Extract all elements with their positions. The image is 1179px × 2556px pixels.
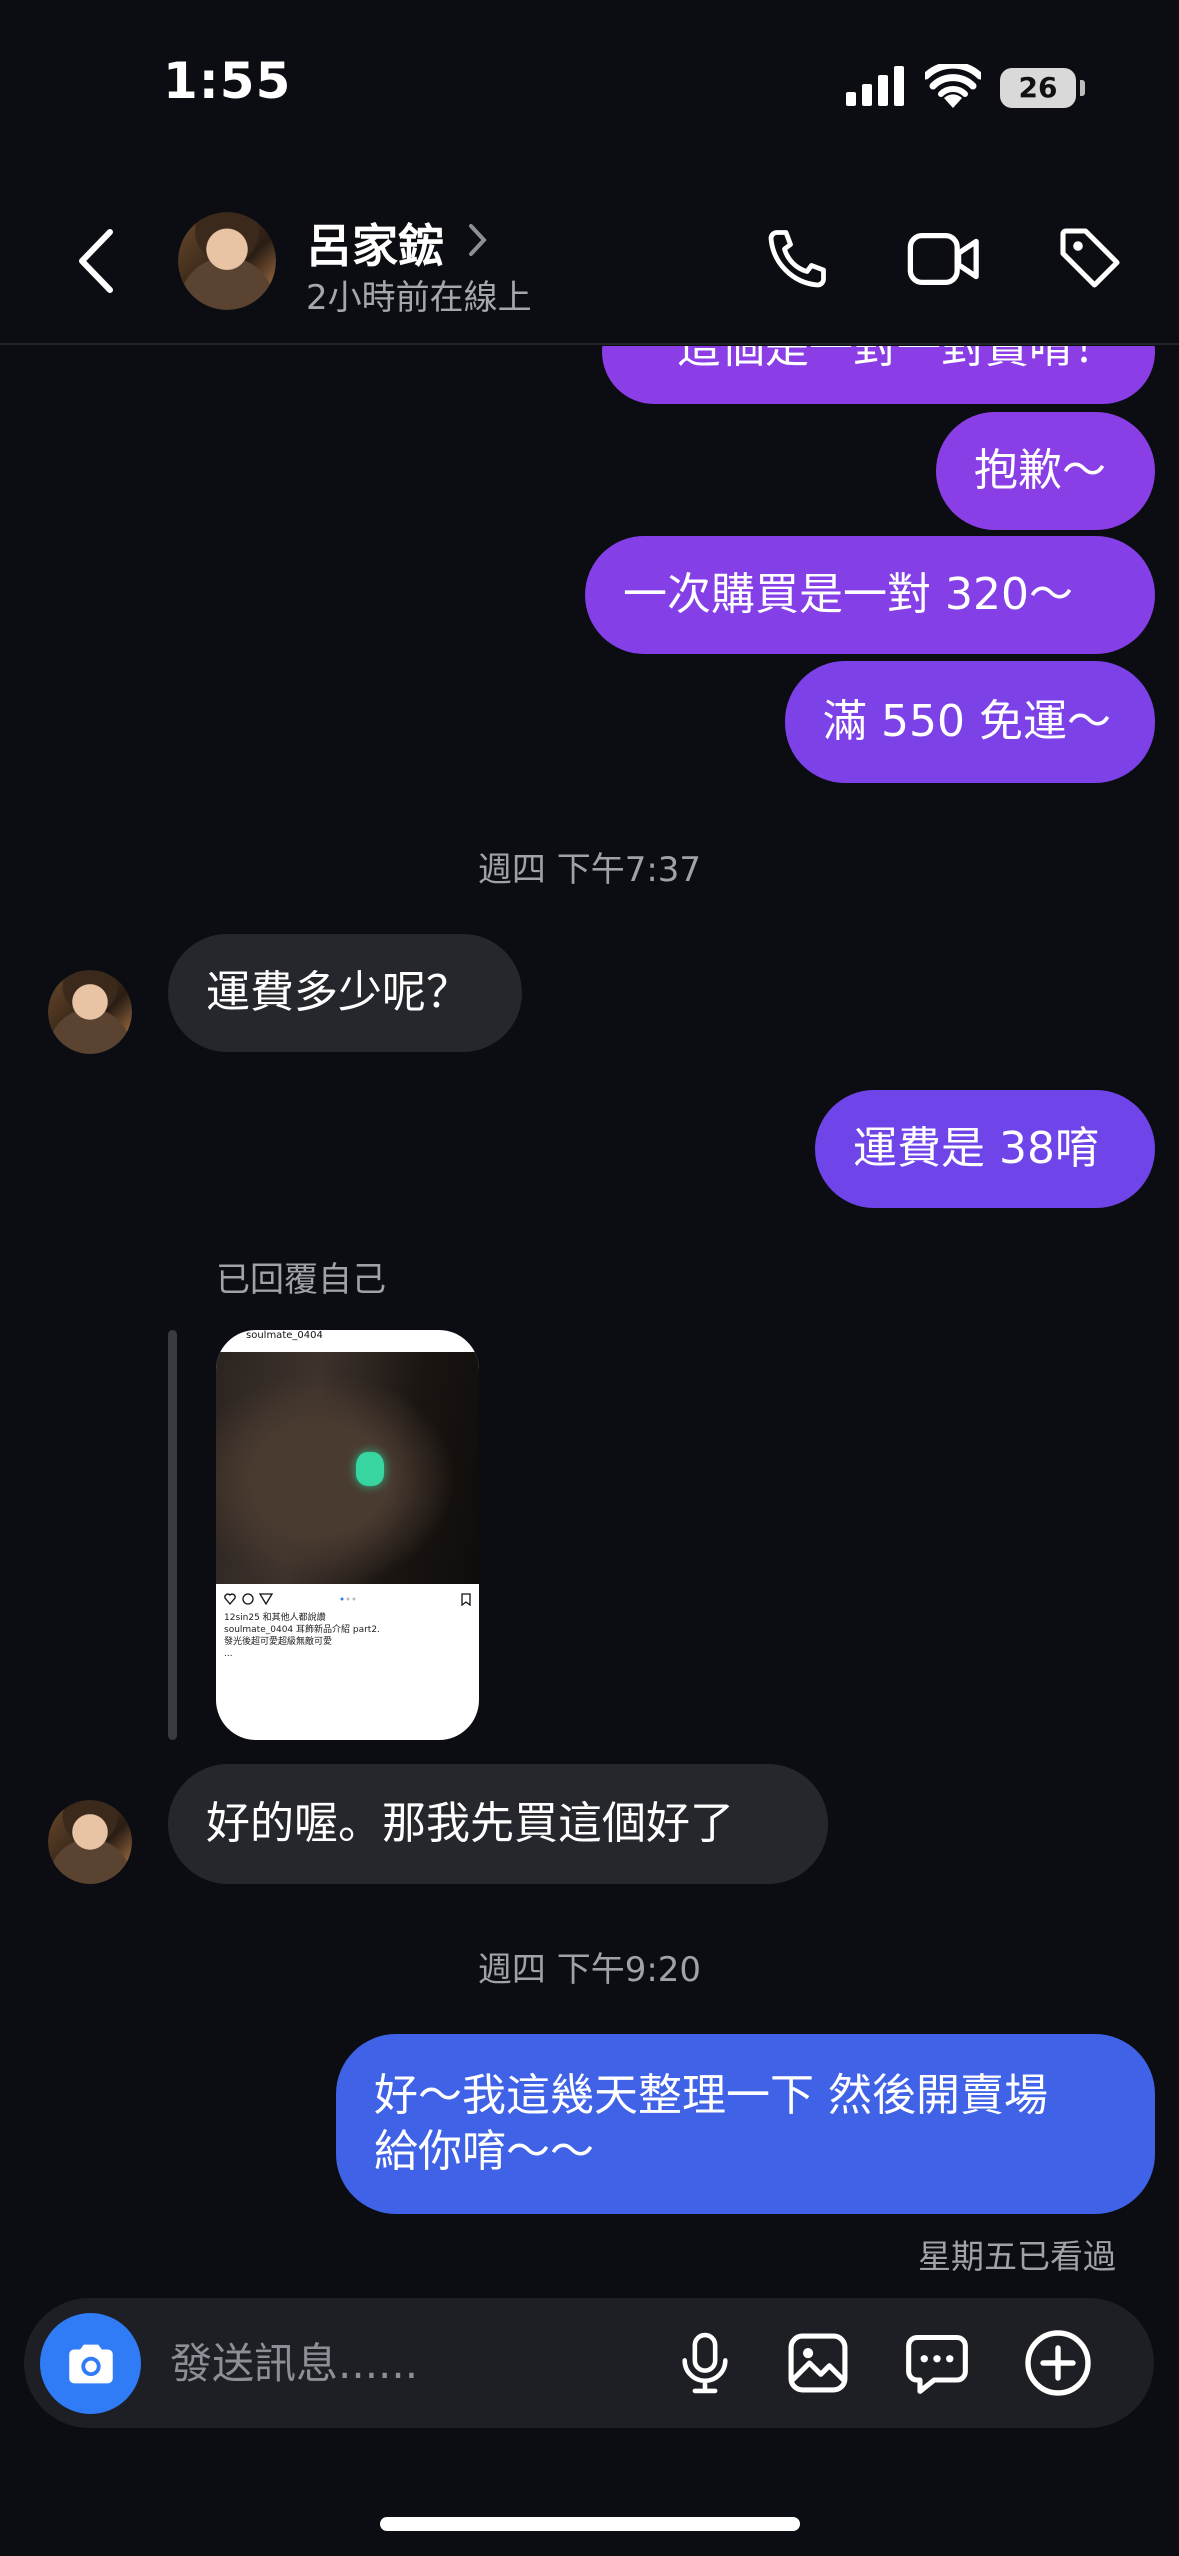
camera-icon bbox=[68, 2344, 113, 2383]
back-chevron-icon[interactable] bbox=[70, 226, 120, 296]
message-text: 這個是一對一對賣唷！ bbox=[677, 322, 1117, 373]
outgoing-message[interactable]: 好～我這幾天整理一下 然後開賣場 給你唷～～ bbox=[336, 2034, 1155, 2214]
message-text-line: 好～我這幾天整理一下 然後開賣場 bbox=[374, 2070, 1048, 2121]
message-text: 運費是 38唷 bbox=[853, 1123, 1099, 1174]
contact-status: 2小時前在線上 bbox=[306, 278, 532, 318]
seen-status: 星期五已看過 bbox=[918, 2237, 1116, 2276]
more-options-button[interactable] bbox=[1020, 2325, 1096, 2401]
reply-indicator-bar bbox=[168, 1330, 177, 1740]
microphone-icon bbox=[682, 2332, 728, 2394]
message-text: 抱歉～ bbox=[974, 445, 1106, 496]
battery-indicator: 26 bbox=[1000, 68, 1076, 108]
earring-image bbox=[356, 1452, 384, 1486]
gallery-button[interactable] bbox=[780, 2325, 856, 2401]
gallery-icon bbox=[788, 2333, 848, 2393]
incoming-message[interactable]: 運費多少呢？ bbox=[168, 934, 522, 1052]
camera-button[interactable] bbox=[40, 2313, 141, 2414]
message-text: 運費多少呢？ bbox=[206, 967, 470, 1018]
message-text-line: 給你唷～～ bbox=[374, 2126, 594, 2177]
message-text: 滿 550 免運～ bbox=[823, 696, 1111, 747]
incoming-message[interactable]: 好的喔。那我先買這個好了 bbox=[168, 1764, 828, 1884]
header-divider bbox=[0, 343, 1179, 345]
tag-icon[interactable] bbox=[1054, 222, 1126, 294]
shared-post-card[interactable]: soulmate_0404 12sin25 和其他人都說讚 soulmate_0… bbox=[216, 1330, 479, 1740]
cellular-signal-icon bbox=[846, 66, 904, 106]
plus-circle-icon bbox=[1025, 2330, 1091, 2396]
contact-avatar-small[interactable] bbox=[48, 1800, 132, 1884]
contact-avatar-small[interactable] bbox=[48, 970, 132, 1054]
post-username: soulmate_0404 bbox=[246, 1330, 323, 1341]
battery-cap bbox=[1080, 80, 1085, 96]
microphone-button[interactable] bbox=[667, 2325, 743, 2401]
video-call-icon[interactable] bbox=[906, 226, 982, 292]
sticker-chat-icon bbox=[906, 2334, 968, 2394]
reply-label: 已回覆自己 bbox=[216, 1260, 386, 1300]
outgoing-message[interactable]: 一次購買是一對 320～ bbox=[585, 536, 1155, 654]
timestamp: 週四 下午7:37 bbox=[477, 850, 702, 890]
home-indicator[interactable] bbox=[380, 2517, 800, 2531]
message-input[interactable] bbox=[168, 2330, 642, 2396]
post-action-icons bbox=[224, 1593, 471, 1606]
post-photo bbox=[216, 1352, 479, 1584]
outgoing-message[interactable]: 運費是 38唷 bbox=[815, 1090, 1155, 1208]
sticker-button[interactable] bbox=[899, 2325, 975, 2401]
phone-icon[interactable] bbox=[762, 222, 834, 294]
message-text: 好的喔。那我先買這個好了 bbox=[206, 1798, 734, 1849]
message-text: 一次購買是一對 320～ bbox=[623, 569, 1073, 620]
wifi-icon bbox=[925, 64, 981, 108]
contact-avatar[interactable] bbox=[178, 212, 276, 310]
chevron-right-icon[interactable] bbox=[467, 222, 489, 258]
contact-name[interactable]: 呂家鋐 bbox=[306, 210, 444, 276]
post-caption: 12sin25 和其他人都說讚 soulmate_0404 耳飾新品介紹 par… bbox=[224, 1613, 380, 1659]
outgoing-message[interactable]: 抱歉～ bbox=[936, 412, 1155, 530]
outgoing-message[interactable]: 滿 550 免運～ bbox=[785, 661, 1155, 783]
timestamp: 週四 下午9:20 bbox=[477, 1950, 702, 1990]
outgoing-message[interactable]: 這個是一對一對賣唷！ bbox=[602, 322, 1155, 404]
status-time: 1:55 bbox=[163, 52, 292, 110]
